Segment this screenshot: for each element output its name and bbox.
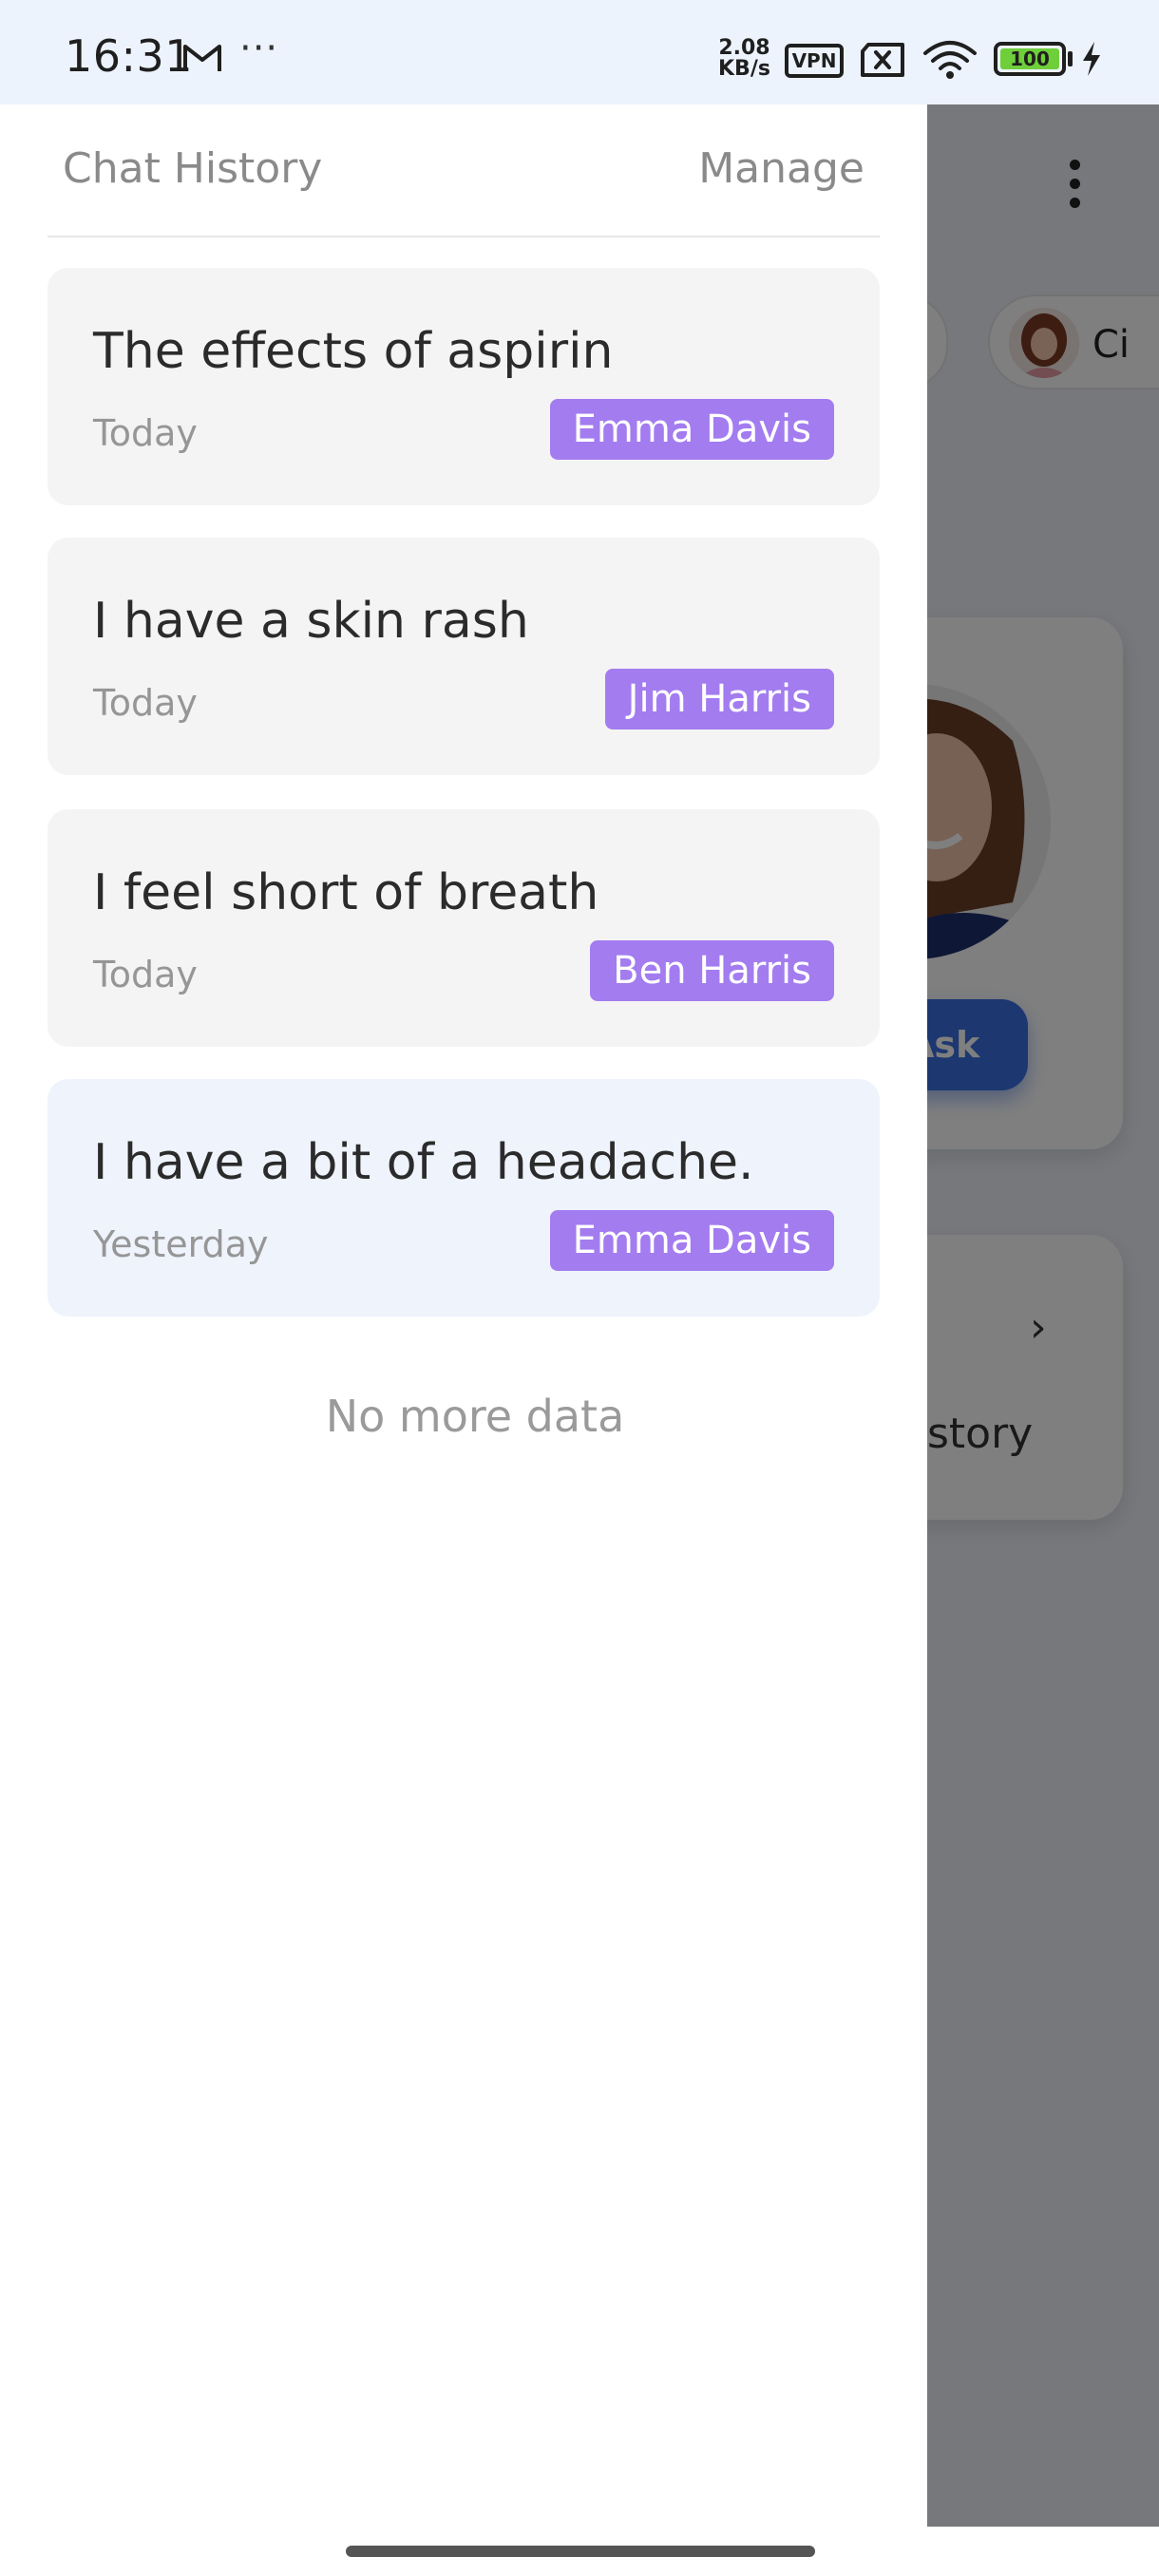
wifi-icon [923,41,977,79]
network-speed-unit: KB/s [718,57,770,81]
drawer-header: Chat History Manage [48,104,880,237]
network-speed-value: 2.08 [718,36,770,60]
more-dots-icon: ··· [239,27,279,70]
doctor-tag: Jim Harris [604,669,834,729]
doctor-tag: Emma Davis [549,1210,834,1271]
gmail-icon [183,45,221,71]
chat-title: I feel short of breath [93,864,599,921]
chat-date: Yesterday [93,1223,269,1265]
battery-level: 100 [1000,48,1059,69]
doctor-tag: Emma Davis [549,399,834,460]
battery-icon: 100 [994,42,1066,76]
chat-history-item[interactable]: I feel short of breath Today Ben Harris [48,809,880,1047]
chat-date: Today [93,954,198,995]
chat-title: I have a skin rash [93,593,529,650]
chat-title: The effects of aspirin [93,323,614,380]
drawer-title: Chat History [63,144,323,193]
doctor-tag: Ben Harris [590,940,834,1001]
chat-history-item-active[interactable]: I have a bit of a headache. Yesterday Em… [48,1079,880,1316]
chat-date: Today [93,412,198,454]
status-bar: 16:31 ··· 2.08 KB/s VPN 100 [0,0,1159,104]
network-speed: 2.08 KB/s [718,38,770,80]
chat-date: Today [93,682,198,724]
no-more-data-label: No more data [325,1391,625,1442]
chat-history-item[interactable]: The effects of aspirin Today Emma Davis [48,268,880,505]
manage-button[interactable]: Manage [698,144,864,193]
status-time: 16:31 [65,30,194,82]
chat-history-item[interactable]: I have a skin rash Today Jim Harris [48,538,880,775]
home-gesture-bar[interactable] [346,2546,815,2557]
charging-icon [1083,42,1100,76]
chat-history-drawer: Chat History Manage The effects of aspir… [0,104,927,2576]
no-sim-icon [861,43,904,77]
chat-title: I have a bit of a headache. [93,1134,754,1191]
battery-tip [1068,51,1073,66]
scrim-overlay[interactable] [927,104,1159,2527]
vpn-icon: VPN [785,44,844,78]
